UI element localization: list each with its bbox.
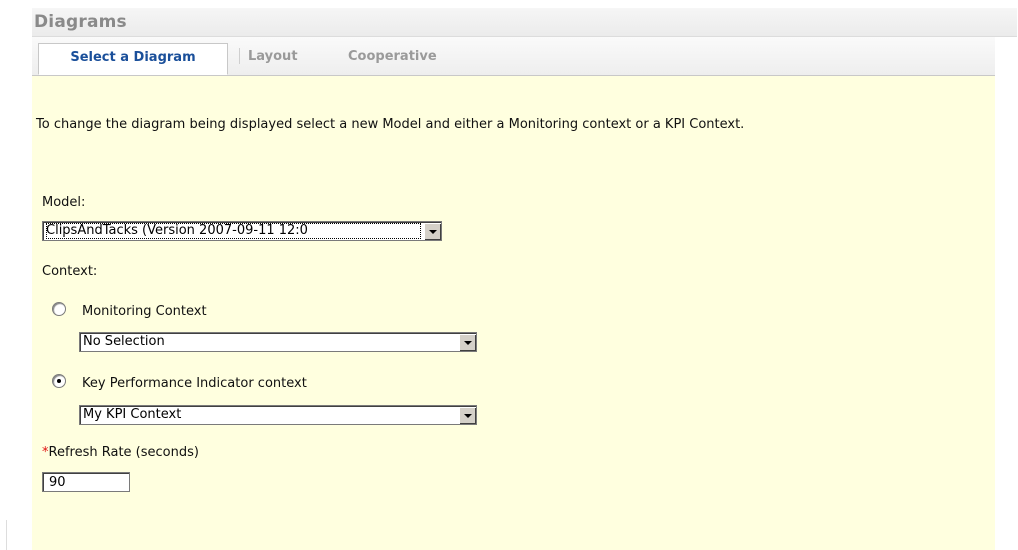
tab-layout[interactable]: Layout — [248, 43, 298, 73]
refresh-rate-label-text: Refresh Rate (seconds) — [48, 445, 199, 460]
portlet-title: Diagrams — [34, 12, 127, 32]
kpi-context-radio[interactable] — [52, 374, 66, 388]
kpi-context-label[interactable]: Key Performance Indicator context — [82, 376, 307, 391]
chevron-down-icon[interactable] — [424, 223, 440, 239]
model-select-value: ClipsAndTacks (Version 2007-09-11 12:0 — [46, 223, 421, 239]
tab-bar: Select a Diagram Layout Cooperative — [32, 37, 995, 76]
monitoring-context-select-value: No Selection — [83, 334, 165, 349]
tab-cooperative[interactable]: Cooperative — [348, 43, 437, 73]
model-select[interactable]: ClipsAndTacks (Version 2007-09-11 12:0 — [42, 221, 442, 241]
tab-select-a-diagram[interactable]: Select a Diagram — [38, 43, 228, 75]
monitoring-context-radio[interactable] — [52, 302, 66, 316]
chevron-down-icon[interactable] — [459, 334, 475, 350]
refresh-rate-label: *Refresh Rate (seconds) — [42, 445, 199, 460]
portlet-title-bar: Diagrams — [32, 8, 1017, 37]
content-panel: To change the diagram being displayed se… — [32, 76, 995, 550]
context-label: Context: — [42, 264, 98, 279]
divider — [6, 520, 7, 550]
monitoring-context-select[interactable]: No Selection — [79, 332, 477, 352]
kpi-context-select[interactable]: My KPI Context — [79, 405, 477, 425]
kpi-context-select-value: My KPI Context — [83, 407, 182, 422]
tab-separator — [239, 48, 240, 64]
refresh-rate-input[interactable] — [42, 472, 130, 492]
diagrams-portlet: Diagrams Select a Diagram Layout Coopera… — [0, 0, 1018, 550]
monitoring-context-label[interactable]: Monitoring Context — [82, 304, 207, 319]
chevron-down-icon[interactable] — [459, 407, 475, 423]
intro-text: To change the diagram being displayed se… — [36, 117, 745, 132]
model-label: Model: — [42, 195, 86, 210]
